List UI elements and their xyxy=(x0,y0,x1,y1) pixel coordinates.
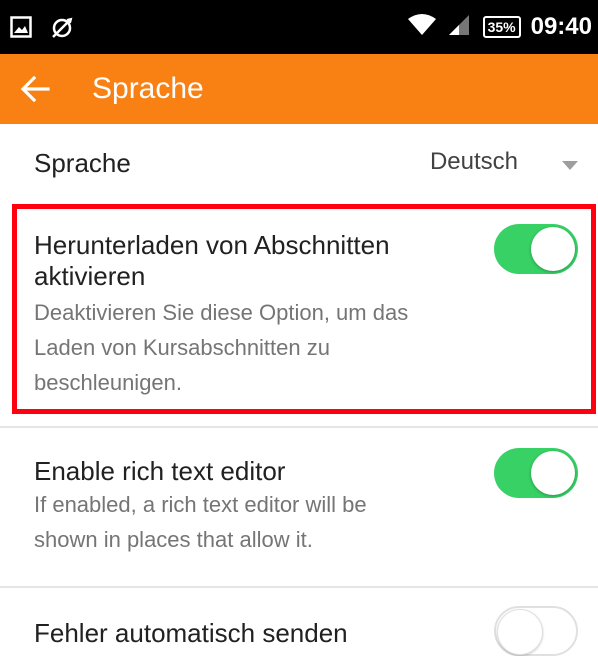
status-time: 09:40 xyxy=(530,13,592,40)
language-label: Sprache xyxy=(34,148,131,178)
sync-disabled-icon xyxy=(50,16,74,45)
setting-title: Enable rich text editor xyxy=(34,456,286,486)
rich-text-editor-toggle[interactable] xyxy=(494,448,578,498)
language-setting-row: Sprache Deutsch xyxy=(0,124,598,202)
toggle-knob xyxy=(497,609,543,655)
send-errors-toggle[interactable] xyxy=(494,606,578,656)
wifi-icon xyxy=(407,13,437,42)
toggle-knob xyxy=(531,451,575,495)
page-title: Sprache xyxy=(92,72,204,105)
highlight-box xyxy=(12,204,596,414)
language-select[interactable]: Deutsch xyxy=(378,144,578,184)
setting-description-line2: shown in places that allow it. xyxy=(34,527,313,552)
app-toolbar: Sprache xyxy=(0,54,598,124)
image-icon xyxy=(10,16,32,43)
battery-indicator: 35% xyxy=(482,16,521,38)
dropdown-caret-icon xyxy=(562,158,578,176)
status-bar: 35% 09:40 xyxy=(0,0,598,54)
arrow-back-icon[interactable] xyxy=(18,72,52,106)
setting-send-errors: Fehler automatisch senden xyxy=(0,588,598,656)
setting-title: Fehler automatisch senden xyxy=(34,618,348,648)
setting-rich-text-editor: Enable rich text editor If enabled, a ri… xyxy=(0,428,598,586)
setting-description: If enabled, a rich text editor will be xyxy=(34,492,367,517)
signal-icon xyxy=(447,13,473,42)
language-select-value: Deutsch xyxy=(429,148,518,175)
